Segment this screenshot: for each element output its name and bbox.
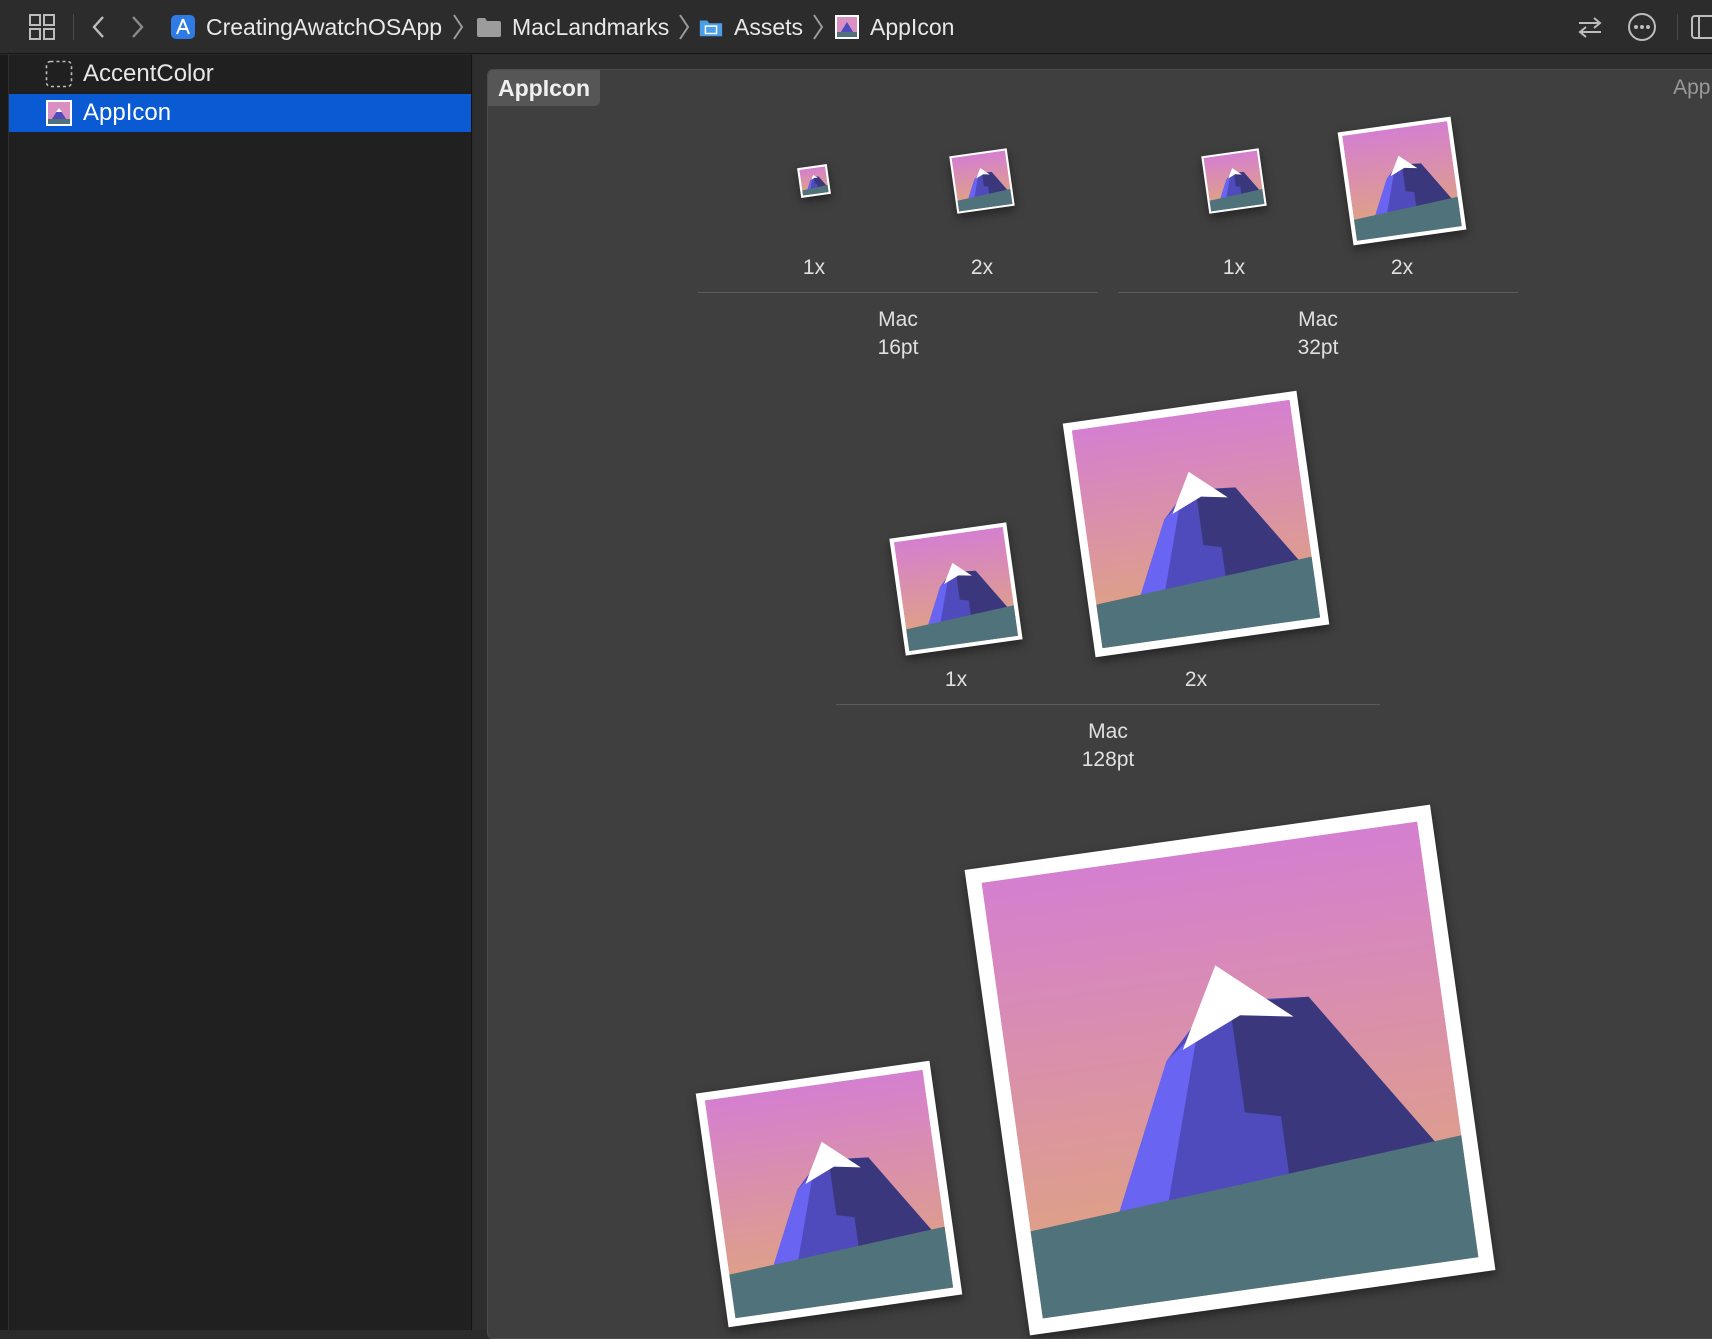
icon-well-mac-128pt-1x[interactable] <box>889 522 1023 656</box>
scale-label: 1x <box>944 668 968 691</box>
group-size: 128pt <box>1081 748 1135 771</box>
scale-label: 2x <box>1390 256 1414 279</box>
breadcrumb-folder[interactable]: MacLandmarks <box>476 9 669 45</box>
breadcrumb-label: Assets <box>734 13 804 40</box>
color-set-icon <box>45 60 73 88</box>
breadcrumb-appicon[interactable]: AppIcon <box>834 9 954 45</box>
group-size: 16pt <box>877 336 919 359</box>
xcode-project-icon <box>170 14 196 40</box>
icon-well-mac-256pt-2x[interactable] <box>964 804 1496 1336</box>
group-size: 32pt <box>1297 336 1339 359</box>
sidebar-item-label: AccentColor <box>83 60 214 87</box>
breadcrumb-label: CreatingAwatchOSApp <box>206 13 443 40</box>
sidebar-item-accentcolor[interactable]: AccentColor <box>9 55 471 93</box>
icon-well-mac-128pt-2x[interactable] <box>1062 390 1330 658</box>
icon-well-mac-16pt-1x[interactable] <box>797 164 831 198</box>
scale-label: 2x <box>970 256 994 279</box>
inspector-toggle-icon[interactable] <box>1690 9 1712 45</box>
breadcrumb-label: MacLandmarks <box>512 13 670 40</box>
icon-well-mac-32pt-2x[interactable] <box>1337 116 1467 246</box>
toolbar-divider <box>73 14 74 40</box>
breadcrumb-separator-icon <box>452 9 464 45</box>
toolbar: CreatingAwatchOSApp MacLandmarks Assets … <box>0 0 1712 54</box>
sidebar-item-label: AppIcon <box>83 99 172 126</box>
group-divider <box>1118 292 1518 293</box>
sidebar-edge <box>0 55 9 1330</box>
icon-well-mac-16pt-2x[interactable] <box>949 148 1015 214</box>
panel-type-label: App Icon <box>1673 76 1712 99</box>
group-divider <box>698 292 1098 293</box>
mountain-artwork <box>1342 121 1462 241</box>
scale-label: 2x <box>1184 668 1208 691</box>
icon-well-mac-32pt-1x[interactable] <box>1201 148 1267 214</box>
sidebar-item-appicon[interactable]: AppIcon <box>9 94 471 132</box>
panel-title: AppIcon <box>488 70 600 106</box>
toolbar-divider <box>1677 14 1678 40</box>
app-icon-thumbnail <box>45 99 73 127</box>
group-label-mac-16pt: Mac 16pt <box>818 306 978 362</box>
mountain-artwork <box>951 150 1013 212</box>
mountain-artwork <box>799 166 829 196</box>
grid-icon[interactable] <box>24 9 60 45</box>
app-icon-thumbnail <box>834 14 860 40</box>
group-platform: Mac <box>1298 308 1338 331</box>
chevron-left-icon[interactable] <box>84 9 114 45</box>
icon-well-mac-256pt-1x[interactable] <box>695 1060 963 1328</box>
scale-label: 1x <box>802 256 826 279</box>
asset-list-sidebar: AccentColor AppIcon <box>0 55 472 1330</box>
swap-arrows-icon[interactable] <box>1572 9 1608 45</box>
more-icon[interactable] <box>1624 9 1660 45</box>
group-platform: Mac <box>878 308 918 331</box>
mountain-artwork <box>704 1069 954 1319</box>
group-platform: Mac <box>1088 720 1128 743</box>
breadcrumb-project[interactable]: CreatingAwatchOSApp <box>170 9 442 45</box>
group-label-mac-32pt: Mac 32pt <box>1238 306 1398 362</box>
mountain-artwork <box>1203 150 1265 212</box>
breadcrumb-separator-icon <box>678 9 690 45</box>
group-divider <box>836 704 1380 705</box>
breadcrumb-assets[interactable]: Assets <box>698 9 803 45</box>
scale-label: 1x <box>1222 256 1246 279</box>
group-label-mac-128pt: Mac 128pt <box>1028 718 1188 774</box>
mountain-artwork <box>893 526 1019 652</box>
mountain-artwork <box>1071 399 1321 649</box>
folder-icon <box>476 14 502 40</box>
breadcrumb-label: AppIcon <box>870 13 955 40</box>
chevron-right-icon[interactable] <box>122 9 152 45</box>
breadcrumb-separator-icon <box>812 9 824 45</box>
asset-catalog-icon <box>698 14 724 40</box>
mountain-artwork <box>981 821 1479 1319</box>
